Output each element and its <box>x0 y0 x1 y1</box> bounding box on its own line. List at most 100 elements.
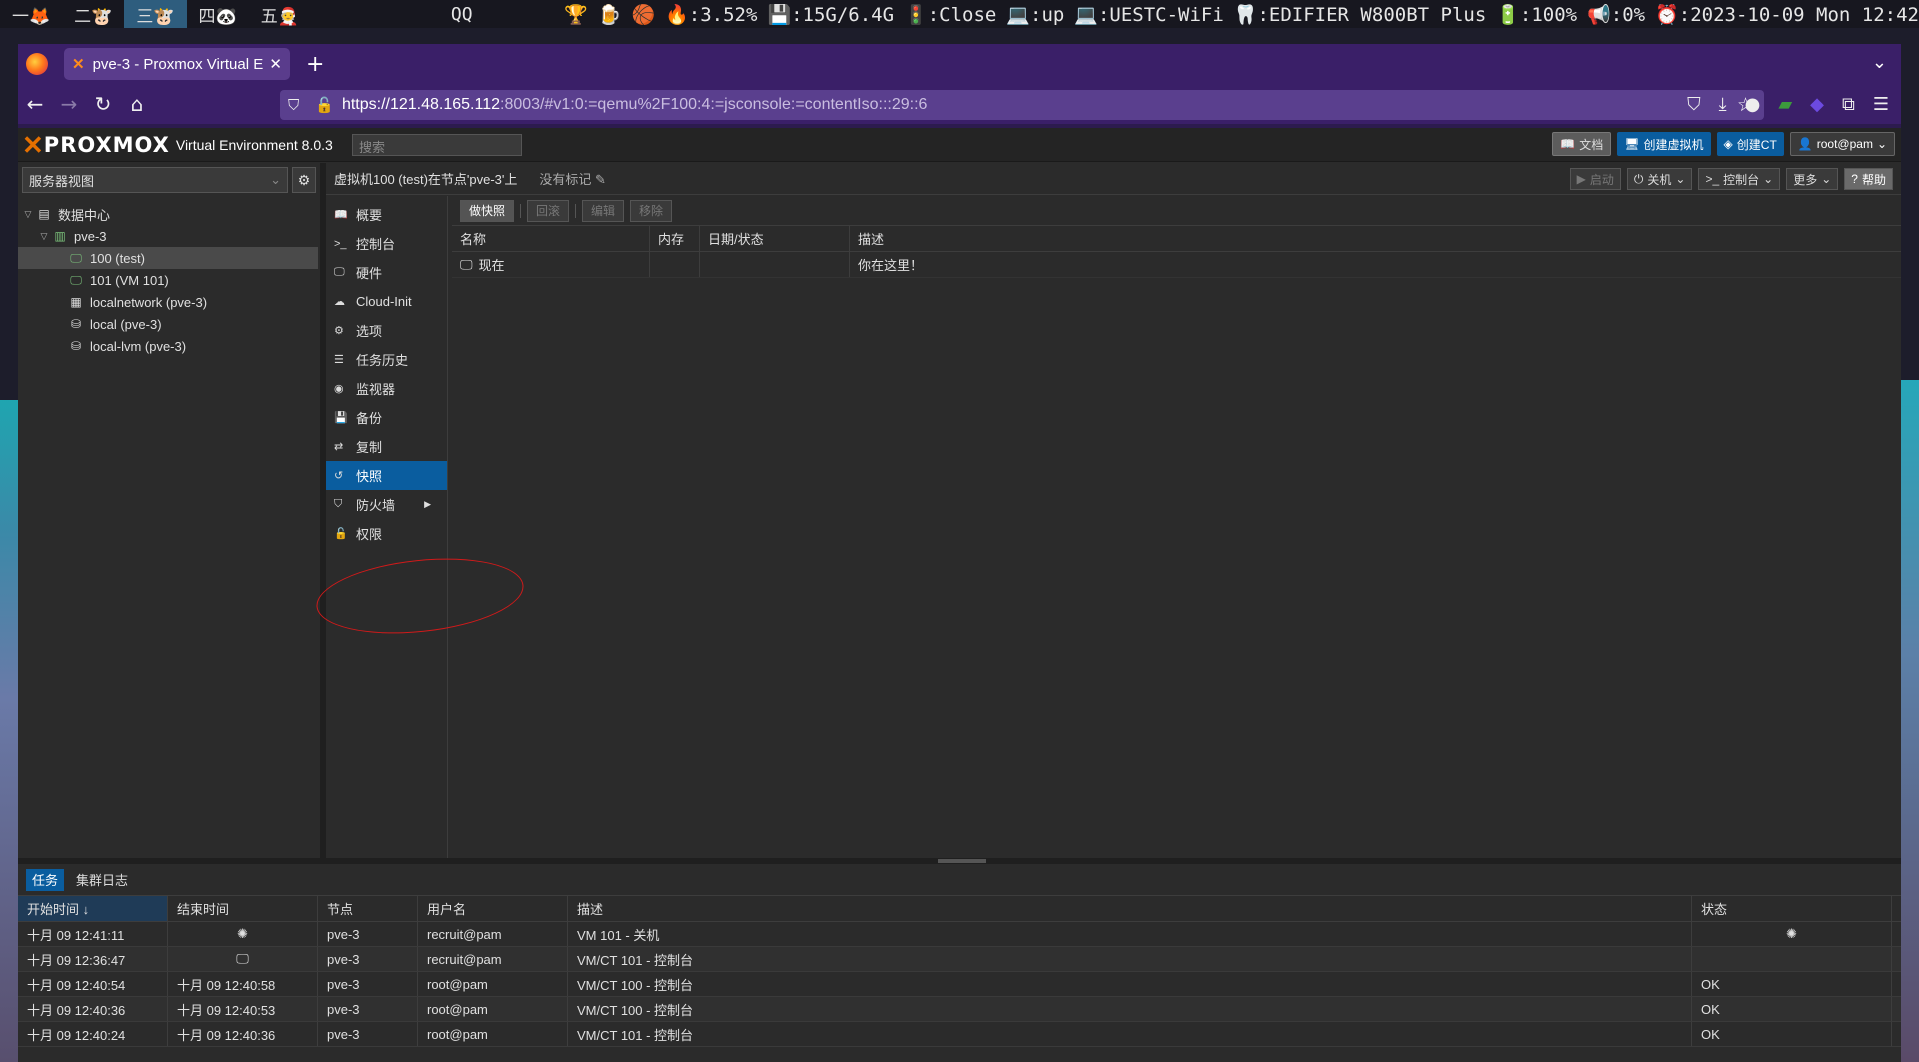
storage-icon: ⛁ <box>70 317 82 331</box>
extensions-puzzle-icon[interactable]: ⧉ <box>1842 94 1855 115</box>
tags-label[interactable]: 没有标记 ✎ <box>539 169 606 188</box>
url-bar[interactable]: ⛉ 🔓 https://121.48.165.112 :8003/#v1:0:=… <box>280 90 1764 120</box>
menu-item-monitor[interactable]: ◉ 监视器 <box>326 374 447 403</box>
tab-strip: ✕ pve-3 - Proxmox Virtual E ✕ + ⌄ <box>18 44 1901 84</box>
table-row[interactable]: 十月 09 12:40:24 十月 09 12:40:36 pve-3 root… <box>18 1022 1901 1047</box>
workspace-2[interactable]: 二🐮 <box>62 0 124 28</box>
tab-list-chevron-icon[interactable]: ⌄ <box>1872 52 1887 73</box>
browser-tab[interactable]: ✕ pve-3 - Proxmox Virtual E ✕ <box>64 48 290 80</box>
menu-item-replication[interactable]: ⇄ 复制 <box>326 432 447 461</box>
home-icon[interactable]: ⌂ <box>120 92 154 116</box>
monitor-icon: 🖥 <box>1624 137 1640 151</box>
column-header-status[interactable]: 状态 <box>1692 896 1892 921</box>
table-row[interactable]: 十月 09 12:40:36 十月 09 12:40:53 pve-3 root… <box>18 997 1901 1022</box>
tree-item-local-lvm[interactable]: ⛁ local-lvm (pve-3) <box>18 335 320 357</box>
column-header-date[interactable]: 日期/状态 <box>700 226 850 251</box>
chevron-down-icon: ⌄ <box>1763 172 1774 186</box>
lock-warning-icon[interactable]: 🔓 <box>315 96 334 114</box>
more-button[interactable]: 更多 ⌄ <box>1786 168 1839 190</box>
toolbar-extensions: ⛉ ⤓ ● ▰ ◆ ⧉ ☰ <box>1687 94 1889 115</box>
workspace-1[interactable]: 一🦊 <box>0 0 62 28</box>
menu-item-firewall[interactable]: ⛉ 防火墙 ▶ <box>326 490 447 519</box>
column-header-user[interactable]: 用户名 <box>418 896 568 921</box>
remove-button[interactable]: 移除 <box>630 199 673 222</box>
menu-item-permissions[interactable]: 🔓 权限 <box>326 519 447 548</box>
wifi-indicator: 💻:UESTC-WiFi <box>1074 3 1224 26</box>
extension-flag-icon[interactable]: ▰ <box>1778 94 1792 115</box>
console-button[interactable]: >_ 控制台 ⌄ <box>1698 168 1781 190</box>
column-header-description[interactable]: 描述 <box>568 896 1692 921</box>
spinner-icon: ✺ <box>168 922 318 946</box>
cloud-icon: ☁ <box>334 296 345 308</box>
node-icon: ▥ <box>54 229 66 243</box>
gear-icon[interactable]: ⚙ <box>292 167 316 193</box>
menu-item-console[interactable]: >_ 控制台 <box>326 229 447 258</box>
snapshot-memory-cell <box>650 252 700 277</box>
view-selector[interactable]: 服务器视图 ⌄ <box>22 167 288 193</box>
extension-circle-icon[interactable]: ● <box>1745 94 1761 115</box>
new-tab-button[interactable]: + <box>306 52 324 77</box>
rollback-button[interactable]: 回滚 <box>527 199 570 222</box>
column-header-end-time[interactable]: 结束时间 <box>168 896 318 921</box>
download-icon[interactable]: ⤓ <box>1719 94 1727 115</box>
menu-item-options[interactable]: ⚙ 选项 <box>326 316 447 345</box>
collapse-triangle-icon[interactable]: ▽ <box>22 209 34 220</box>
column-header-memory[interactable]: 内存 <box>650 226 700 251</box>
workspace-5[interactable]: 五🧑‍🎄 <box>249 0 311 28</box>
take-snapshot-button[interactable]: 做快照 <box>460 199 515 222</box>
tree-item-local[interactable]: ⛁ local (pve-3) <box>18 313 320 335</box>
column-header-node[interactable]: 节点 <box>318 896 418 921</box>
help-button[interactable]: ? 帮助 <box>1844 168 1893 190</box>
table-row[interactable]: 十月 09 12:36:47 🖵 pve-3 recruit@pam VM/CT… <box>18 947 1901 972</box>
edit-button[interactable]: 编辑 <box>582 199 625 222</box>
pencil-icon[interactable]: ✎ <box>595 172 606 187</box>
question-icon: ? <box>1851 172 1858 186</box>
table-row[interactable]: 🖵 现在 你在这里！ <box>452 252 1901 278</box>
workspace-3[interactable]: 三🐮 <box>124 0 187 28</box>
menu-item-cloudinit[interactable]: ☁ Cloud-Init <box>326 287 447 316</box>
table-row[interactable]: 十月 09 12:40:54 十月 09 12:40:58 pve-3 root… <box>18 972 1901 997</box>
menu-item-backup[interactable]: 💾 备份 <box>326 403 447 432</box>
tab-tasks[interactable]: 任务 <box>26 868 65 891</box>
shield-icon[interactable]: ⛉ <box>288 97 299 114</box>
column-header-description[interactable]: 描述 <box>850 226 1901 251</box>
tree-item-node[interactable]: ▽ ▥ pve-3 <box>18 225 320 247</box>
column-header-name[interactable]: 名称 <box>452 226 650 251</box>
menu-hamburger-icon[interactable]: ☰ <box>1873 94 1889 115</box>
forward-arrow-icon[interactable]: → <box>52 92 86 116</box>
extension-diamond-icon[interactable]: ◆ <box>1810 94 1824 115</box>
tree-item-vm-101[interactable]: 🖵 101 (VM 101) <box>18 269 320 291</box>
menu-item-task-history[interactable]: ☰ 任务历史 <box>326 345 447 374</box>
tree-item-vm-100[interactable]: 🖵 100 (test) <box>18 247 318 269</box>
pocket-icon[interactable]: ⛉ <box>1687 94 1701 115</box>
splitter-handle[interactable] <box>938 859 986 863</box>
chevron-down-icon: ⌄ <box>270 172 281 187</box>
tree-item-localnetwork[interactable]: ▦ localnetwork (pve-3) <box>18 291 320 313</box>
terminal-icon: >_ <box>1705 172 1720 186</box>
create-vm-button[interactable]: 🖥 创建虚拟机 <box>1617 132 1711 156</box>
menu-item-hardware[interactable]: 🖵 硬件 <box>326 258 447 287</box>
user-menu-button[interactable]: 👤 root@pam ⌄ <box>1789 132 1895 156</box>
browser-window: ✕ pve-3 - Proxmox Virtual E ✕ + ⌄ ← → ↻ … <box>18 44 1901 1062</box>
menu-item-snapshot[interactable]: ↺ 快照 <box>326 461 447 490</box>
back-arrow-icon[interactable]: ← <box>18 92 52 116</box>
user-icon: 👤 <box>1797 137 1813 151</box>
table-row[interactable]: 十月 09 12:41:11 ✺ pve-3 recruit@pam VM 10… <box>18 922 1901 947</box>
create-ct-button[interactable]: ◈ 创建CT <box>1716 132 1784 156</box>
column-header-start-time[interactable]: 开始时间 ↓ <box>18 896 168 921</box>
reload-icon[interactable]: ↻ <box>86 92 120 116</box>
firefox-icon[interactable] <box>26 53 48 75</box>
menu-item-summary[interactable]: 📖 概要 <box>326 200 447 229</box>
start-button[interactable]: ▶ 启动 <box>1569 168 1621 190</box>
collapse-triangle-icon[interactable]: ▽ <box>38 231 50 242</box>
search-input[interactable]: 搜索 <box>352 134 522 156</box>
workspace-4[interactable]: 四🐼 <box>187 0 249 28</box>
tree-item-datacenter[interactable]: ▽ ▤ 数据中心 <box>18 203 320 225</box>
shutdown-button[interactable]: ⏻ 关机 ⌄ <box>1626 168 1693 190</box>
docs-button[interactable]: 📖 文档 <box>1552 132 1612 156</box>
retweet-icon: ⇄ <box>334 441 344 453</box>
caret-right-icon[interactable]: ▶ <box>424 499 431 510</box>
tab-cluster-log[interactable]: 集群日志 <box>70 869 134 891</box>
eye-icon: ◉ <box>334 383 344 395</box>
close-tab-icon[interactable]: ✕ <box>269 55 282 73</box>
